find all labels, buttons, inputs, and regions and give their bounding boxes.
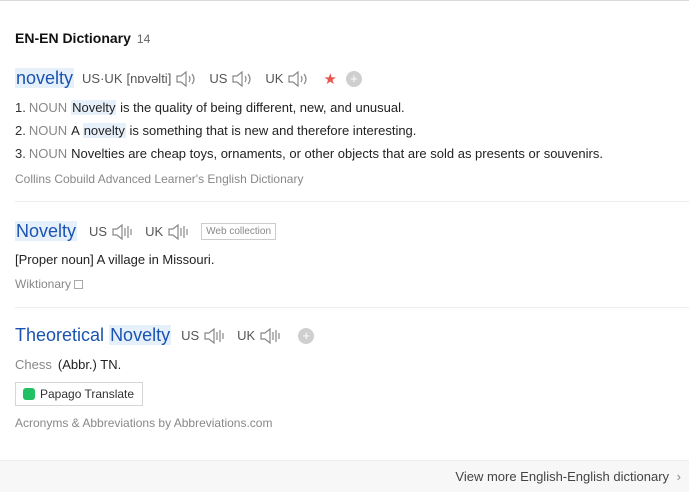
uk-label: UK (237, 328, 256, 343)
us-label: US (181, 328, 200, 343)
dictionary-title: EN-EN Dictionary (15, 30, 131, 46)
pronunciation-label: US·UK (82, 71, 123, 86)
definition-3: 3. NOUN Novelties are cheap toys, ornament… (15, 146, 603, 161)
footer-bar: View more English-English dictionary › (0, 460, 689, 492)
us-speaker-icon[interactable] (231, 70, 255, 88)
speaker-icon[interactable] (175, 70, 199, 88)
view-more-link[interactable]: View more English-English dictionary › (455, 469, 681, 484)
uk-speaker-icon[interactable] (167, 223, 191, 241)
headword-link[interactable]: Theoretical Novelty (15, 325, 172, 346)
keyword-highlight: novelty (82, 123, 126, 138)
us-speaker-icon[interactable] (203, 327, 227, 345)
us-speaker-icon[interactable] (111, 223, 135, 241)
proper-noun-definition: [Proper noun] A village in Missouri. (15, 252, 215, 267)
section-title: EN-EN Dictionary 14 (15, 30, 150, 46)
abbreviation-definition: Chess (Abbr.) TN. (15, 357, 122, 372)
add-icon[interactable]: + (345, 70, 362, 87)
headword-link[interactable]: Novelty (15, 221, 78, 242)
uk-speaker-icon[interactable] (287, 70, 311, 88)
add-icon[interactable]: + (298, 327, 315, 344)
result-count: 14 (136, 32, 151, 46)
uk-label: UK (145, 224, 164, 239)
definition-2: 2. NOUN A novelty is something that is new… (15, 123, 417, 138)
entry-divider (15, 201, 689, 202)
source-link[interactable]: Acronyms & Abbreviations by Abbreviation… (15, 416, 272, 430)
top-divider (0, 0, 689, 1)
entry-theoretical-novelty-header: Theoretical Novelty US UK + (15, 325, 315, 346)
us-label: US (209, 71, 228, 86)
entry-divider (15, 307, 689, 308)
us-label: US (89, 224, 108, 239)
source-link[interactable]: Wiktionary (15, 277, 84, 291)
chevron-right-icon: › (676, 469, 681, 484)
copy-icon[interactable] (74, 280, 84, 290)
category-label: Chess (15, 357, 52, 372)
pronunciation-text: [nɒvəlti] (126, 71, 172, 86)
papago-translate-button[interactable]: Papago Translate (15, 382, 143, 406)
star-icon[interactable]: ★ (323, 70, 336, 88)
papago-logo-icon (23, 388, 35, 400)
uk-speaker-icon[interactable] (259, 327, 283, 345)
entry-novelty-proper-header: Novelty US UK Web collection (15, 221, 277, 242)
entry-novelty-header: novelty US·UK [nɒvəlti] US UK ★ + (15, 68, 362, 89)
definition-1: 1. NOUN Novelty is the quality of being di… (15, 100, 405, 115)
headword-link[interactable]: novelty (15, 68, 75, 89)
keyword-highlight: Novelty (71, 100, 117, 115)
uk-label: UK (265, 71, 284, 86)
source-link[interactable]: Collins Cobuild Advanced Learner's Engli… (15, 172, 303, 186)
web-collection-tag: Web collection (201, 223, 277, 240)
